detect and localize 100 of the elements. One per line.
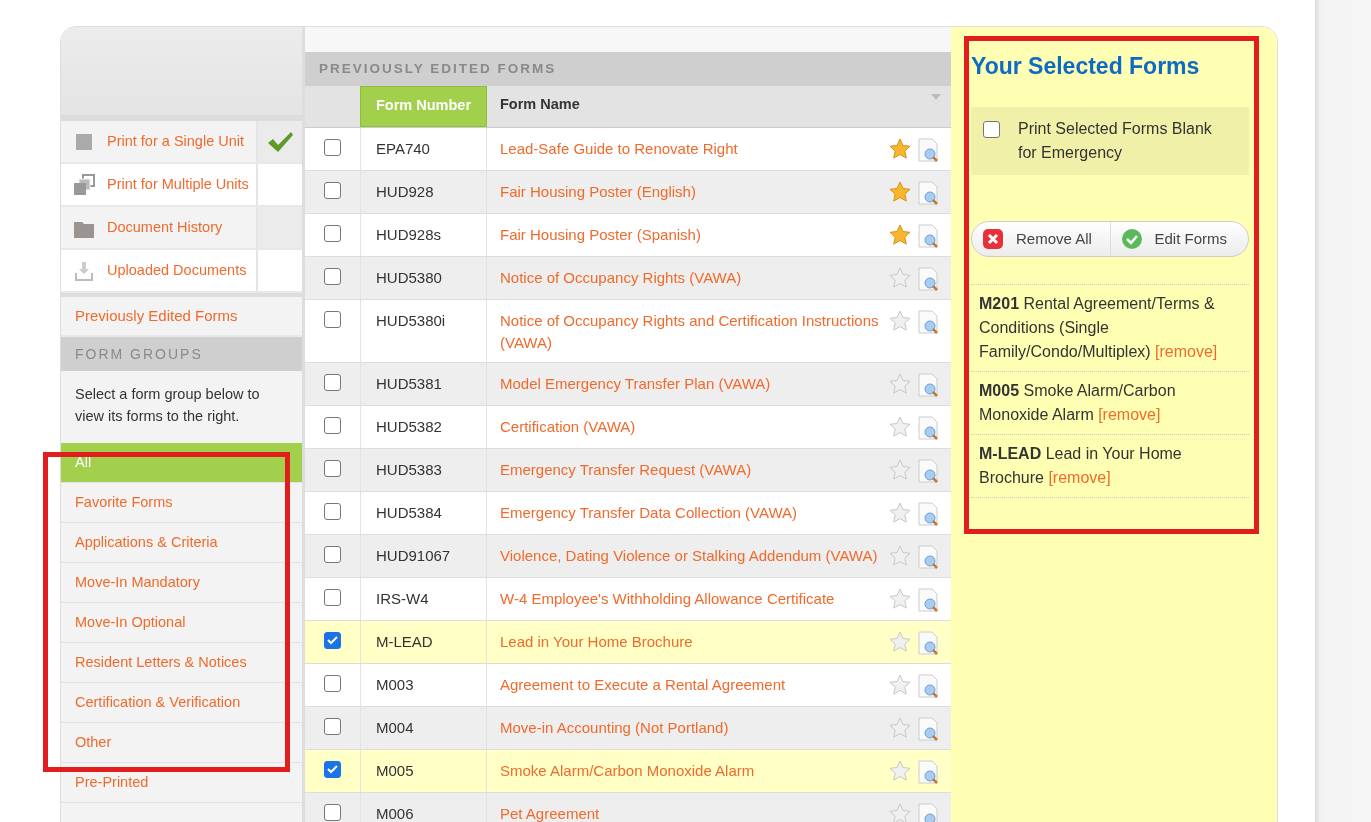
checkbox[interactable] xyxy=(324,632,341,649)
checkbox[interactable] xyxy=(324,460,341,477)
sidebar-item[interactable]: Resident Letters & Notices xyxy=(61,643,302,683)
checkbox[interactable] xyxy=(324,225,341,242)
star-icon[interactable] xyxy=(889,502,911,524)
preview-icon[interactable] xyxy=(917,803,939,822)
form-link[interactable]: Agreement to Execute a Rental Agreement xyxy=(500,674,883,698)
star-icon[interactable] xyxy=(889,416,911,438)
star-icon[interactable] xyxy=(889,674,911,696)
checkmark-icon xyxy=(327,765,338,774)
preview-icon[interactable] xyxy=(917,310,939,334)
form-link[interactable]: Certification (VAWA) xyxy=(500,416,883,440)
section-heading: FORM GROUPS xyxy=(61,337,302,371)
option-label: Print Selected Forms Blank for Emergency xyxy=(1018,118,1213,163)
preview-icon[interactable] xyxy=(917,545,939,569)
form-number: HUD928s xyxy=(376,226,442,243)
preview-icon[interactable] xyxy=(917,674,939,698)
preview-icon[interactable] xyxy=(917,760,939,784)
form-link[interactable]: Emergency Transfer Data Collection (VAWA) xyxy=(500,502,883,526)
preview-icon[interactable] xyxy=(917,631,939,655)
star-icon[interactable] xyxy=(889,267,911,289)
preview-icon[interactable] xyxy=(917,502,939,526)
star-icon[interactable] xyxy=(889,310,911,332)
preview-icon[interactable] xyxy=(917,267,939,291)
form-link[interactable]: Notice of Occupancy Rights and Certification Instructions (VAWA) xyxy=(500,310,883,354)
star-icon[interactable] xyxy=(889,717,911,739)
checkbox[interactable] xyxy=(324,268,341,285)
column-header[interactable]: Form Number xyxy=(360,86,487,127)
checkbox[interactable] xyxy=(983,120,1000,138)
checkbox[interactable] xyxy=(324,589,341,606)
column-header[interactable]: Form Name xyxy=(487,86,951,127)
form-link[interactable]: Fair Housing Poster (English) xyxy=(500,181,883,205)
checkbox[interactable] xyxy=(324,374,341,391)
sidebar-item[interactable]: Uploaded Documents xyxy=(61,250,258,291)
star-icon[interactable] xyxy=(889,181,911,203)
sidebar-item[interactable]: Favorite Forms xyxy=(61,483,302,523)
form-number: HUD5384 xyxy=(376,504,442,521)
form-number: IRS-W4 xyxy=(376,590,429,607)
star-icon[interactable] xyxy=(889,545,911,567)
form-link[interactable]: Smoke Alarm/Carbon Monoxide Alarm xyxy=(500,760,883,784)
preview-icon[interactable] xyxy=(917,459,939,483)
remove-link[interactable]: [remove] xyxy=(1155,343,1218,361)
checkbox[interactable] xyxy=(324,139,341,156)
form-link[interactable]: Move-in Accounting (Not Portland) xyxy=(500,717,883,741)
sidebar-item[interactable]: Other xyxy=(61,723,302,763)
star-icon[interactable] xyxy=(889,631,911,653)
preview-icon[interactable] xyxy=(917,373,939,397)
checkbox[interactable] xyxy=(324,417,341,434)
action-button[interactable]: Remove All xyxy=(972,221,1110,257)
preview-icon[interactable] xyxy=(917,588,939,612)
form-link[interactable]: Notice of Occupancy Rights (VAWA) xyxy=(500,267,883,291)
sidebar-item[interactable]: Print for Multiple Units xyxy=(61,164,258,205)
remove-link[interactable]: [remove] xyxy=(1048,469,1111,487)
sidebar-item[interactable]: Certification & Verification xyxy=(61,683,302,723)
preview-icon[interactable] xyxy=(917,224,939,248)
form-link[interactable]: Emergency Transfer Request (VAWA) xyxy=(500,459,883,483)
checkbox[interactable] xyxy=(324,546,341,563)
star-icon[interactable] xyxy=(889,803,911,822)
sidebar-item[interactable]: Pre-Printed xyxy=(61,763,302,803)
form-number: HUD91067 xyxy=(376,547,451,564)
sidebar-link[interactable]: Previously Edited Forms xyxy=(75,304,238,328)
remove-link[interactable]: [remove] xyxy=(1098,406,1161,424)
preview-icon[interactable] xyxy=(917,138,939,162)
form-link[interactable]: W-4 Employee's Withholding Allowance Certificate xyxy=(500,588,883,612)
form-number: HUD5381 xyxy=(376,375,442,392)
form-link[interactable]: Pet Agreement xyxy=(500,803,883,822)
checkbox[interactable] xyxy=(324,311,341,328)
form-number: HUD5380i xyxy=(376,312,446,329)
action-button[interactable]: Edit Forms xyxy=(1109,221,1248,257)
preview-icon[interactable] xyxy=(917,717,939,741)
form-link[interactable]: Lead in Your Home Brochure xyxy=(500,631,883,655)
star-icon[interactable] xyxy=(889,373,911,395)
form-link[interactable]: Fair Housing Poster (Spanish) xyxy=(500,224,883,248)
selected-form: M201 Rental Agreement/Terms & Conditions (Single Family/Condo/Multiplex) [remove] xyxy=(971,285,1249,373)
star-icon[interactable] xyxy=(889,138,911,160)
checkbox[interactable] xyxy=(324,675,341,692)
checkbox[interactable] xyxy=(324,182,341,199)
form-number: M004 xyxy=(376,719,414,736)
preview-icon[interactable] xyxy=(917,181,939,205)
form-number: M-LEAD xyxy=(376,633,433,650)
sidebar-item[interactable]: Move-In Optional xyxy=(61,603,302,643)
checkbox[interactable] xyxy=(324,718,341,735)
star-icon[interactable] xyxy=(889,459,911,481)
form-link[interactable]: Model Emergency Transfer Plan (VAWA) xyxy=(500,373,883,397)
hint-text: Select a form group below to view its forms to the right. xyxy=(75,386,260,424)
form-link[interactable]: Violence, Dating Violence or Stalking Addendum (VAWA) xyxy=(500,545,883,569)
star-icon[interactable] xyxy=(889,224,911,246)
checkbox[interactable] xyxy=(324,761,341,778)
sidebar-item[interactable]: Move-In Mandatory xyxy=(61,563,302,603)
preview-icon[interactable] xyxy=(917,416,939,440)
checkmark-icon xyxy=(327,636,338,645)
table-title: PREVIOUSLY EDITED FORMS xyxy=(305,52,951,86)
sidebar-item[interactable]: Applications & Criteria xyxy=(61,523,302,563)
form-number: EPA740 xyxy=(376,140,430,157)
star-icon[interactable] xyxy=(889,588,911,610)
form-link[interactable]: Lead-Safe Guide to Renovate Right xyxy=(500,138,883,162)
checkbox[interactable] xyxy=(324,804,341,821)
star-icon[interactable] xyxy=(889,760,911,782)
stacked-squares-icon xyxy=(73,173,95,196)
checkbox[interactable] xyxy=(324,503,341,520)
